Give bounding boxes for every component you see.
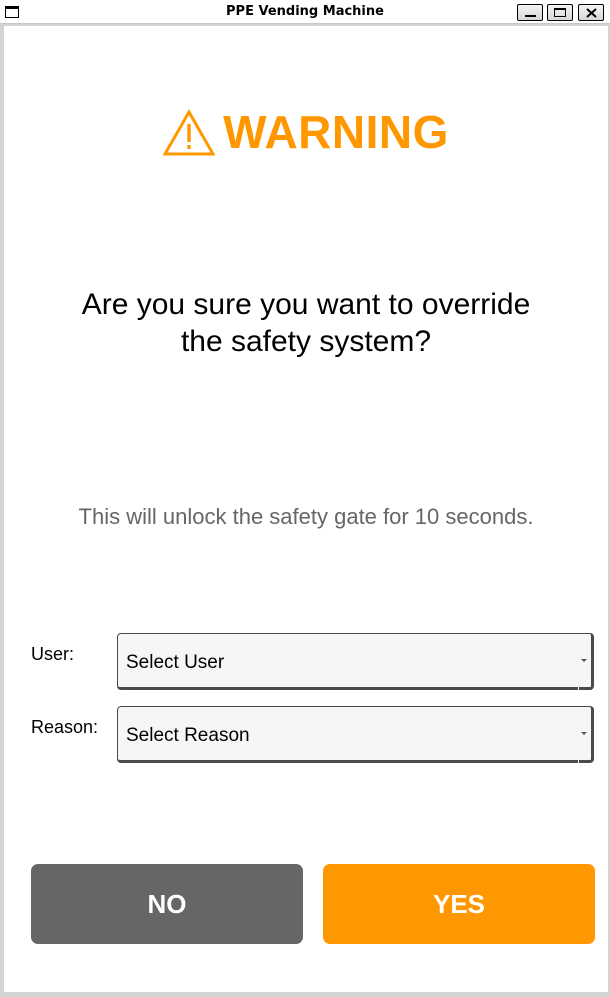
user-label: User: xyxy=(31,644,75,664)
no-button[interactable]: NO xyxy=(31,864,303,944)
reason-select-value: Select Reason xyxy=(126,725,250,746)
warning-title: WARNING xyxy=(223,106,449,158)
app-window: PPE Vending Machine WARNING Are you sure… xyxy=(0,0,610,997)
minimize-button[interactable] xyxy=(517,4,543,21)
question-line-1: Are you sure you want to override xyxy=(81,288,531,321)
info-text: This will unlock the safety gate for 10 … xyxy=(78,504,534,529)
user-select-value: Select User xyxy=(126,652,225,673)
close-icon xyxy=(586,8,597,18)
user-select[interactable]: Select User xyxy=(117,633,594,690)
select-divider xyxy=(578,760,579,763)
maximize-button[interactable] xyxy=(547,4,573,21)
question-line-2: the safety system? xyxy=(180,325,432,358)
warning-header: WARNING xyxy=(4,104,608,160)
chevron-down-icon xyxy=(581,659,587,662)
yes-button[interactable]: YES xyxy=(323,864,595,944)
reason-select[interactable]: Select Reason xyxy=(117,706,594,763)
chevron-down-icon xyxy=(581,732,587,735)
title-bar[interactable]: PPE Vending Machine xyxy=(0,0,610,24)
override-dialog: WARNING Are you sure you want to overrid… xyxy=(4,26,608,992)
warning-triangle-icon xyxy=(163,109,216,156)
confirm-question: Are you sure you want to override the sa… xyxy=(4,286,608,360)
close-button[interactable] xyxy=(578,4,604,21)
reason-label: Reason: xyxy=(31,717,99,737)
select-divider xyxy=(578,687,579,690)
